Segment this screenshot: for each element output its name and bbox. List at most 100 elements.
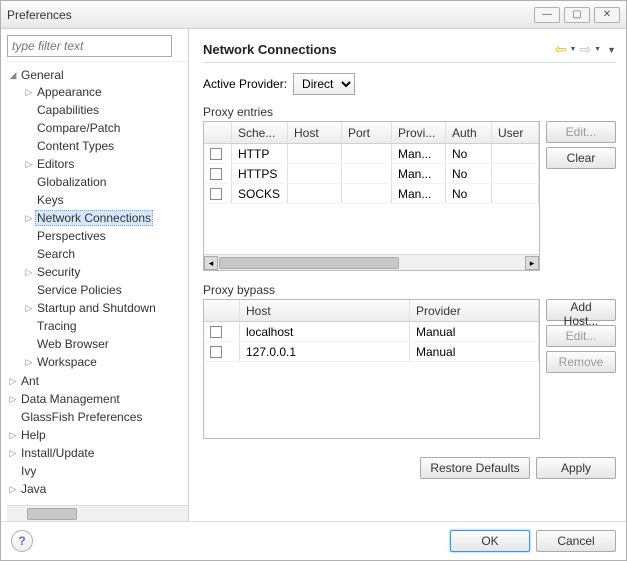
menu-drop-icon[interactable]: ▼ <box>607 45 616 55</box>
tree-node-service-policies[interactable]: Service Policies <box>23 282 188 298</box>
proxy-entries-table[interactable]: Sche... Host Port Provi... Auth User HTT… <box>203 121 540 271</box>
window-title: Preferences <box>7 8 534 22</box>
tree-node-tracing[interactable]: Tracing <box>23 318 188 334</box>
proxy-table-header: Sche... Host Port Provi... Auth User <box>204 122 539 144</box>
expand-icon: ▷ <box>23 303 35 314</box>
tree-node-keys[interactable]: Keys <box>23 192 188 208</box>
right-panel: Network Connections ⇦▼ ⇨▼ ▼ Active Provi… <box>189 29 626 521</box>
table-row[interactable]: HTTPSMan...No <box>204 164 539 184</box>
filter-input[interactable] <box>7 35 172 57</box>
col-port[interactable]: Port <box>342 122 392 143</box>
tree-node-ant[interactable]: ▷Ant <box>7 373 188 389</box>
table-row[interactable]: 127.0.0.1Manual <box>204 342 539 362</box>
tree-node-appearance[interactable]: ▷Appearance <box>23 84 188 100</box>
expand-icon: ▷ <box>7 448 19 459</box>
proxy-edit-button[interactable]: Edit... <box>546 121 616 143</box>
add-host-button[interactable]: Add Host... <box>546 299 616 321</box>
table-row[interactable]: localhostManual <box>204 322 539 342</box>
row-checkbox[interactable] <box>210 188 222 200</box>
row-checkbox[interactable] <box>210 168 222 180</box>
minimize-button[interactable]: ― <box>534 7 560 23</box>
bypass-table[interactable]: Host Provider localhostManual 127.0.0.1M… <box>203 299 540 439</box>
tree-node-network-connections[interactable]: ▷Network Connections <box>23 210 188 226</box>
proxy-clear-button[interactable]: Clear <box>546 147 616 169</box>
dialog-footer: ? OK Cancel <box>1 521 626 560</box>
tree-node-data-management[interactable]: ▷Data Management <box>7 391 188 407</box>
tree-node-help[interactable]: ▷Help <box>7 427 188 443</box>
tree-node-perspectives[interactable]: Perspectives <box>23 228 188 244</box>
cancel-button[interactable]: Cancel <box>536 530 616 552</box>
tree-node-java[interactable]: ▷Java <box>7 481 188 497</box>
scrollbar-thumb[interactable] <box>219 257 399 269</box>
tree-node-glassfish[interactable]: GlassFish Preferences <box>7 409 188 425</box>
col-provider[interactable]: Provi... <box>392 122 446 143</box>
ok-button[interactable]: OK <box>450 530 530 552</box>
tree-node-content-types[interactable]: Content Types <box>23 138 188 154</box>
provider-select[interactable]: Direct <box>293 73 355 95</box>
expand-icon: ▷ <box>7 430 19 441</box>
window-buttons: ― ▢ ✕ <box>534 7 620 23</box>
forward-icon[interactable]: ⇨ <box>578 41 592 58</box>
row-checkbox[interactable] <box>210 326 222 338</box>
preference-tree: ◢General ▷Appearance Capabilities Compar… <box>7 62 188 502</box>
scrollbar-thumb[interactable] <box>27 508 77 520</box>
page-footer-buttons: Restore Defaults Apply <box>203 451 616 485</box>
remove-button[interactable]: Remove <box>546 351 616 373</box>
col-provider[interactable]: Provider <box>410 300 539 321</box>
tree-node-install-update[interactable]: ▷Install/Update <box>7 445 188 461</box>
tree-node-web-browser[interactable]: Web Browser <box>23 336 188 352</box>
col-host[interactable]: Host <box>288 122 342 143</box>
proxy-table-hscrollbar[interactable]: ◂ ▸ <box>204 254 539 270</box>
tree-node-compare-patch[interactable]: Compare/Patch <box>23 120 188 136</box>
tree-node-general[interactable]: ◢General <box>7 67 188 83</box>
expand-icon: ▷ <box>23 87 35 98</box>
back-drop-icon[interactable]: ▼ <box>569 46 576 53</box>
tree-node-security[interactable]: ▷Security <box>23 264 188 280</box>
row-checkbox[interactable] <box>210 346 222 358</box>
col-checkbox <box>204 122 232 143</box>
page-title: Network Connections <box>203 42 554 57</box>
tree-node-workspace[interactable]: ▷Workspace <box>23 354 188 370</box>
back-icon[interactable]: ⇦ <box>554 41 568 58</box>
bypass-edit-button[interactable]: Edit... <box>546 325 616 347</box>
titlebar: Preferences ― ▢ ✕ <box>1 1 626 29</box>
tree-hscrollbar[interactable] <box>7 505 188 521</box>
forward-drop-icon[interactable]: ▼ <box>594 46 601 53</box>
tree-node-editors[interactable]: ▷Editors <box>23 156 188 172</box>
left-panel: ◢General ▷Appearance Capabilities Compar… <box>1 29 189 521</box>
main-area: ◢General ▷Appearance Capabilities Compar… <box>1 29 626 521</box>
tree-scroll[interactable]: ◢General ▷Appearance Capabilities Compar… <box>7 61 188 505</box>
scroll-left-icon[interactable]: ◂ <box>204 256 218 270</box>
col-auth[interactable]: Auth <box>446 122 492 143</box>
expand-icon: ▷ <box>7 484 19 495</box>
col-host[interactable]: Host <box>240 300 410 321</box>
proxy-bypass-group: Host Provider localhostManual 127.0.0.1M… <box>203 299 616 439</box>
apply-button[interactable]: Apply <box>536 457 616 479</box>
bypass-table-header: Host Provider <box>204 300 539 322</box>
expand-icon: ▷ <box>7 376 19 387</box>
tree-node-startup-shutdown[interactable]: ▷Startup and Shutdown <box>23 300 188 316</box>
tree-node-ivy[interactable]: Ivy <box>7 463 188 479</box>
col-schema[interactable]: Sche... <box>232 122 288 143</box>
col-user[interactable]: User <box>492 122 539 143</box>
tree-node-search[interactable]: Search <box>23 246 188 262</box>
table-row[interactable]: HTTPMan...No <box>204 144 539 164</box>
table-row[interactable]: SOCKSMan...No <box>204 184 539 204</box>
close-button[interactable]: ✕ <box>594 7 620 23</box>
help-icon[interactable]: ? <box>11 530 33 552</box>
proxy-entries-label: Proxy entries <box>203 105 616 119</box>
proxy-buttons: Edit... Clear <box>546 121 616 271</box>
provider-row: Active Provider: Direct <box>203 73 616 95</box>
row-checkbox[interactable] <box>210 148 222 160</box>
expand-icon: ◢ <box>7 70 19 81</box>
maximize-button[interactable]: ▢ <box>564 7 590 23</box>
expand-icon: ▷ <box>23 159 35 170</box>
col-checkbox <box>204 300 240 321</box>
restore-defaults-button[interactable]: Restore Defaults <box>420 457 530 479</box>
tree-node-capabilities[interactable]: Capabilities <box>23 102 188 118</box>
tree-node-globalization[interactable]: Globalization <box>23 174 188 190</box>
proxy-entries-group: Sche... Host Port Provi... Auth User HTT… <box>203 121 616 271</box>
scroll-right-icon[interactable]: ▸ <box>525 256 539 270</box>
proxy-bypass-label: Proxy bypass <box>203 283 616 297</box>
bypass-table-body: localhostManual 127.0.0.1Manual <box>204 322 539 438</box>
